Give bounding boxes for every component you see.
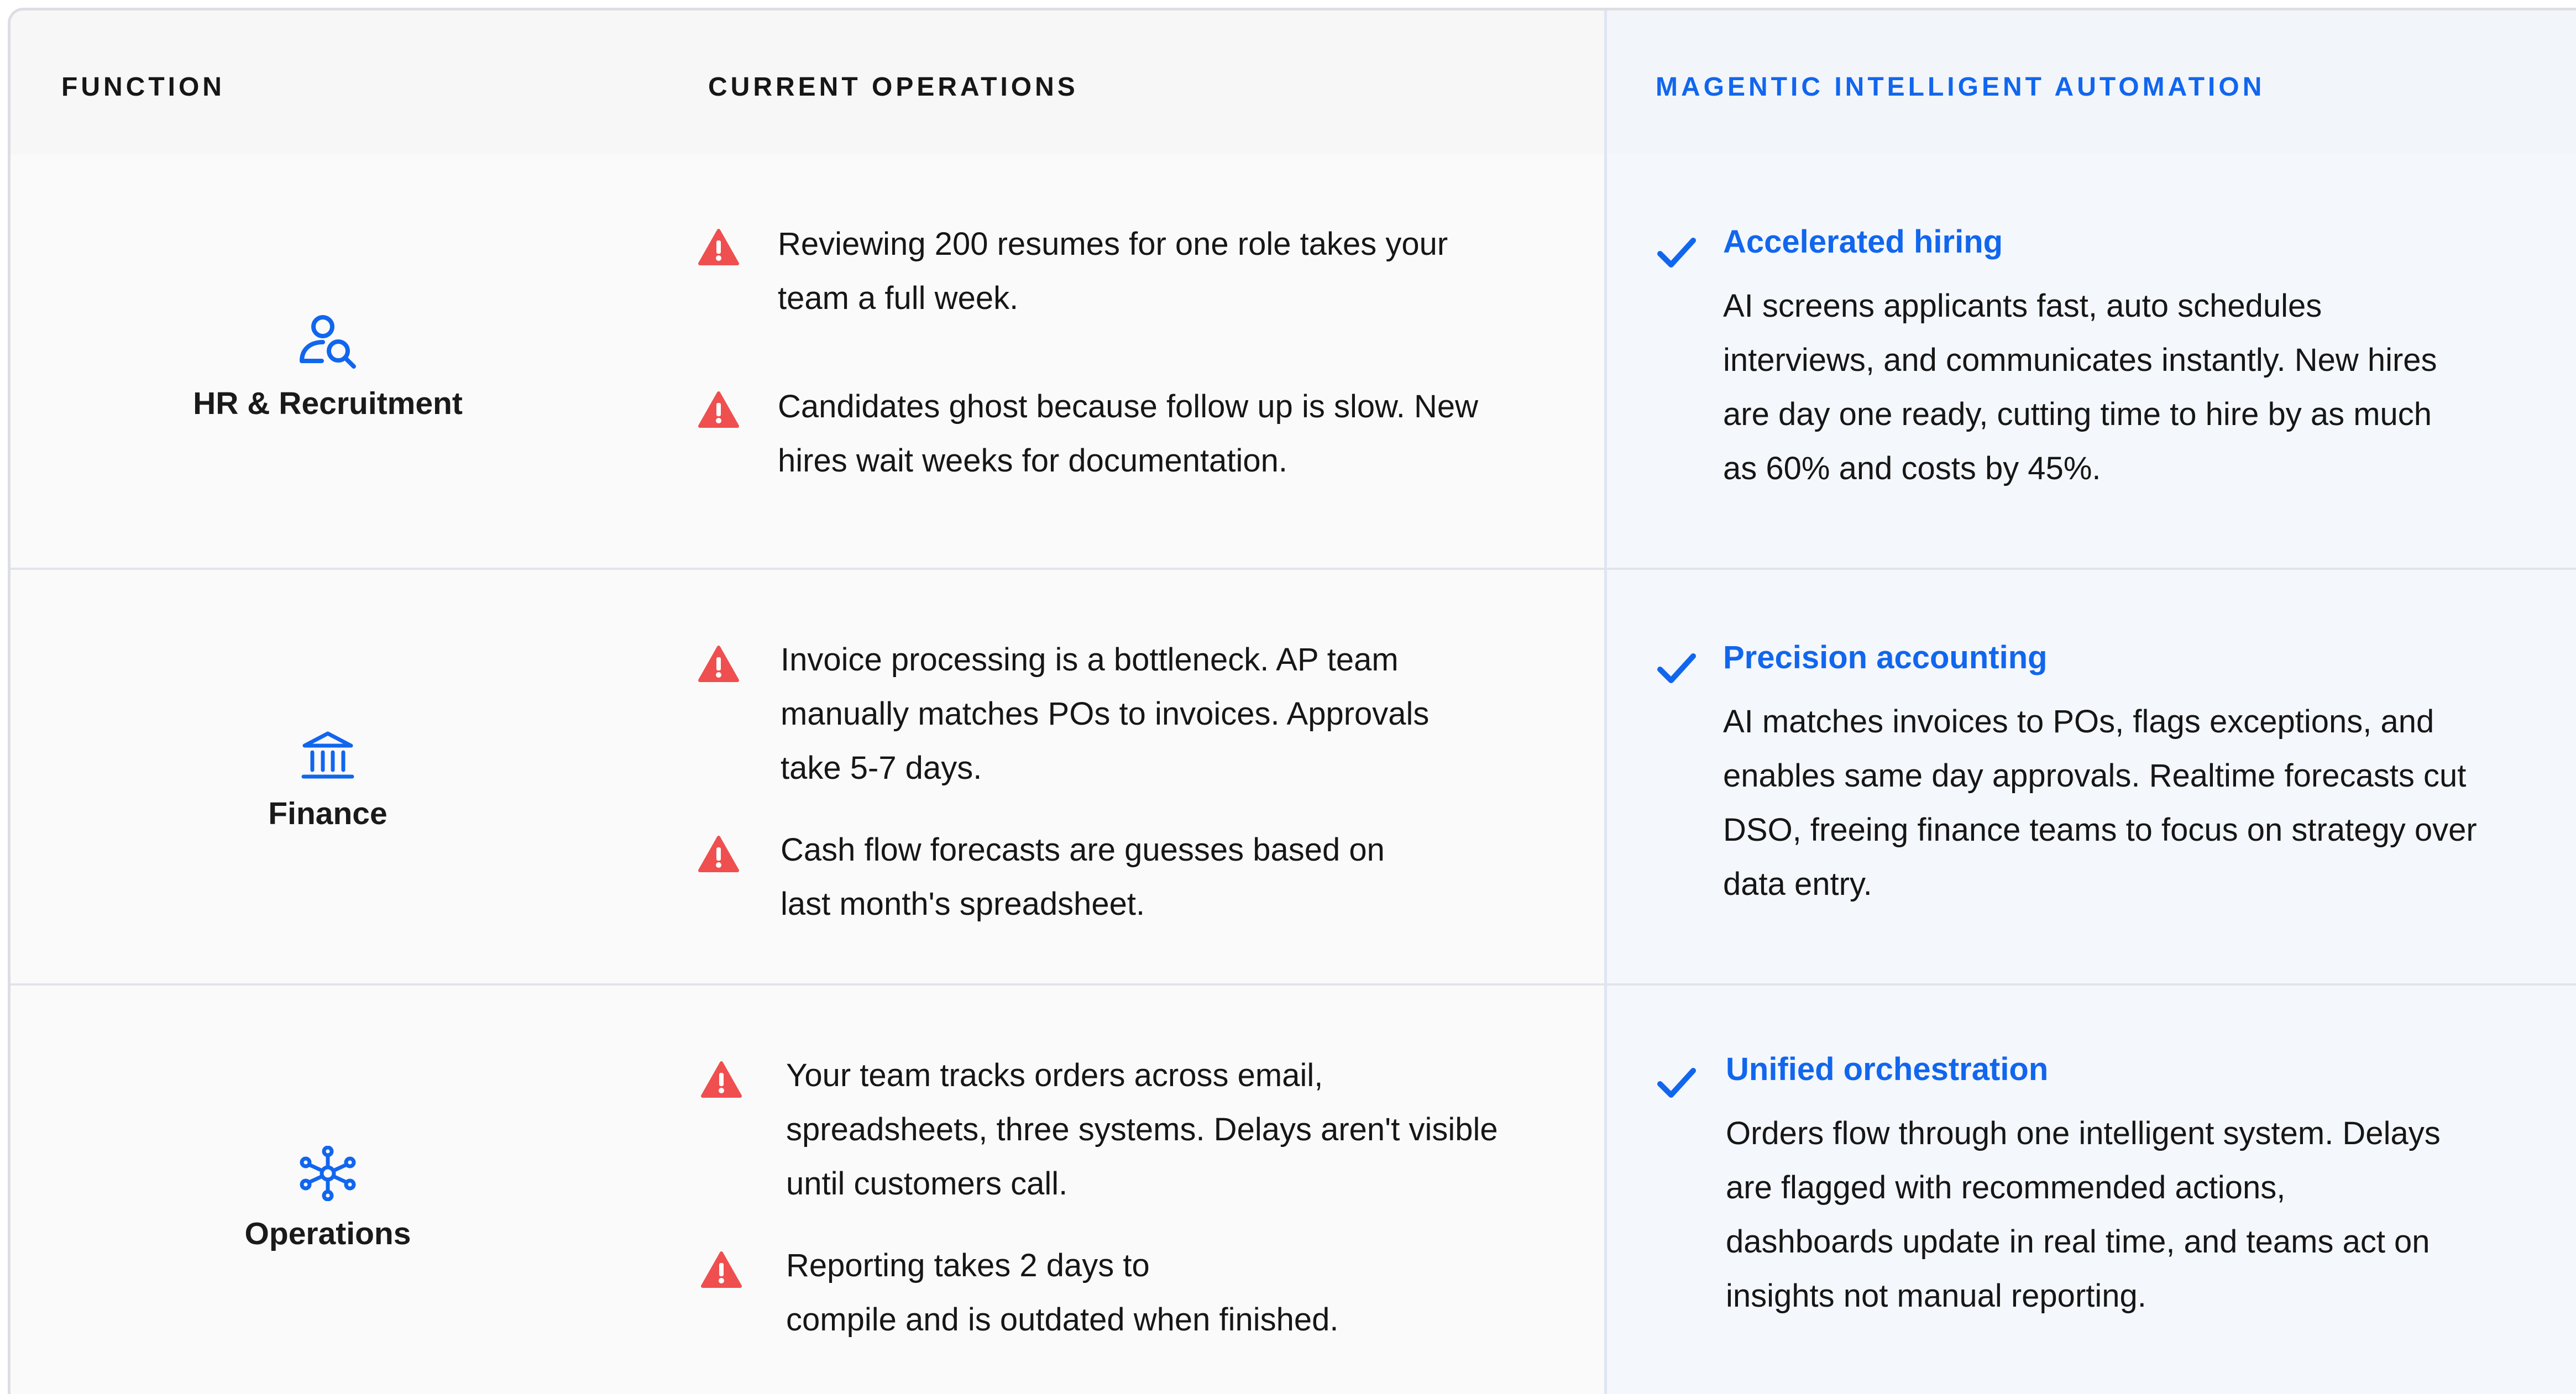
issue-text: Reporting takes 2 days to compile and is… (786, 1248, 1339, 1338)
solution-title: Accelerated hiring (1723, 224, 2003, 260)
warning-icon (698, 836, 739, 872)
network-hub-icon (300, 1146, 356, 1201)
check-icon (1657, 238, 1696, 268)
function-cell-hr: HR & Recruitment (11, 154, 645, 570)
user-search-icon (300, 315, 356, 369)
bank-icon (301, 731, 354, 779)
solution-body: Orders flow through one intelligent syst… (1726, 1115, 2441, 1314)
current-cell-operations: Your team tracks orders across email, sp… (645, 986, 1604, 1394)
automation-cell-hr: Accelerated hiring AI screens applicants… (1604, 154, 2576, 570)
function-finance: Finance (11, 730, 645, 832)
header-current-cell: CURRENT OPERATIONS (645, 11, 1604, 154)
header-magentic-automation: MAGENTIC INTELLIGENT AUTOMATION (1656, 72, 2265, 102)
current-cell-hr: Reviewing 200 resumes for one role takes… (645, 154, 1604, 570)
comparison-table: FUNCTION CURRENT OPERATIONS MAGENTIC INT… (8, 8, 2576, 1394)
warning-icon (698, 391, 739, 428)
warning-icon (701, 1251, 742, 1288)
warning-icon (698, 229, 739, 265)
header-current-operations: CURRENT OPERATIONS (708, 72, 1078, 102)
automation-cell-finance: Precision accounting AI matches invoices… (1604, 570, 2576, 986)
issue-text: Your team tracks orders across email, sp… (786, 1057, 1498, 1202)
check-icon (1657, 653, 1696, 683)
issue-text: Reviewing 200 resumes for one role takes… (778, 226, 1448, 316)
warning-icon (701, 1061, 742, 1098)
warning-icon (698, 646, 739, 682)
issue-text: Invoice processing is a bottleneck. AP t… (781, 642, 1430, 786)
header-function: FUNCTION (61, 72, 225, 102)
check-icon (1657, 1068, 1696, 1098)
header-automation-cell: MAGENTIC INTELLIGENT AUTOMATION (1604, 11, 2576, 154)
function-operations: Operations (11, 1146, 645, 1252)
function-hr: HR & Recruitment (11, 313, 645, 422)
function-label-hr: HR & Recruitment (193, 386, 463, 421)
function-label-operations: Operations (244, 1216, 411, 1251)
issue-text: Candidates ghost because follow up is sl… (778, 389, 1479, 479)
solution-title: Precision accounting (1723, 640, 2048, 675)
solution-body: AI screens applicants fast, auto schedul… (1723, 288, 2437, 486)
solution-title: Unified orchestration (1726, 1051, 2049, 1087)
issue-text: Cash flow forecasts are guesses based on… (781, 832, 1385, 922)
automation-cell-operations: Unified orchestration Orders flow throug… (1604, 986, 2576, 1394)
function-cell-operations: Operations (11, 986, 645, 1394)
function-label-finance: Finance (268, 796, 388, 831)
header-function-cell: FUNCTION (11, 11, 645, 154)
function-cell-finance: Finance (11, 570, 645, 986)
current-cell-finance: Invoice processing is a bottleneck. AP t… (645, 570, 1604, 986)
solution-body: AI matches invoices to POs, flags except… (1723, 704, 2477, 902)
